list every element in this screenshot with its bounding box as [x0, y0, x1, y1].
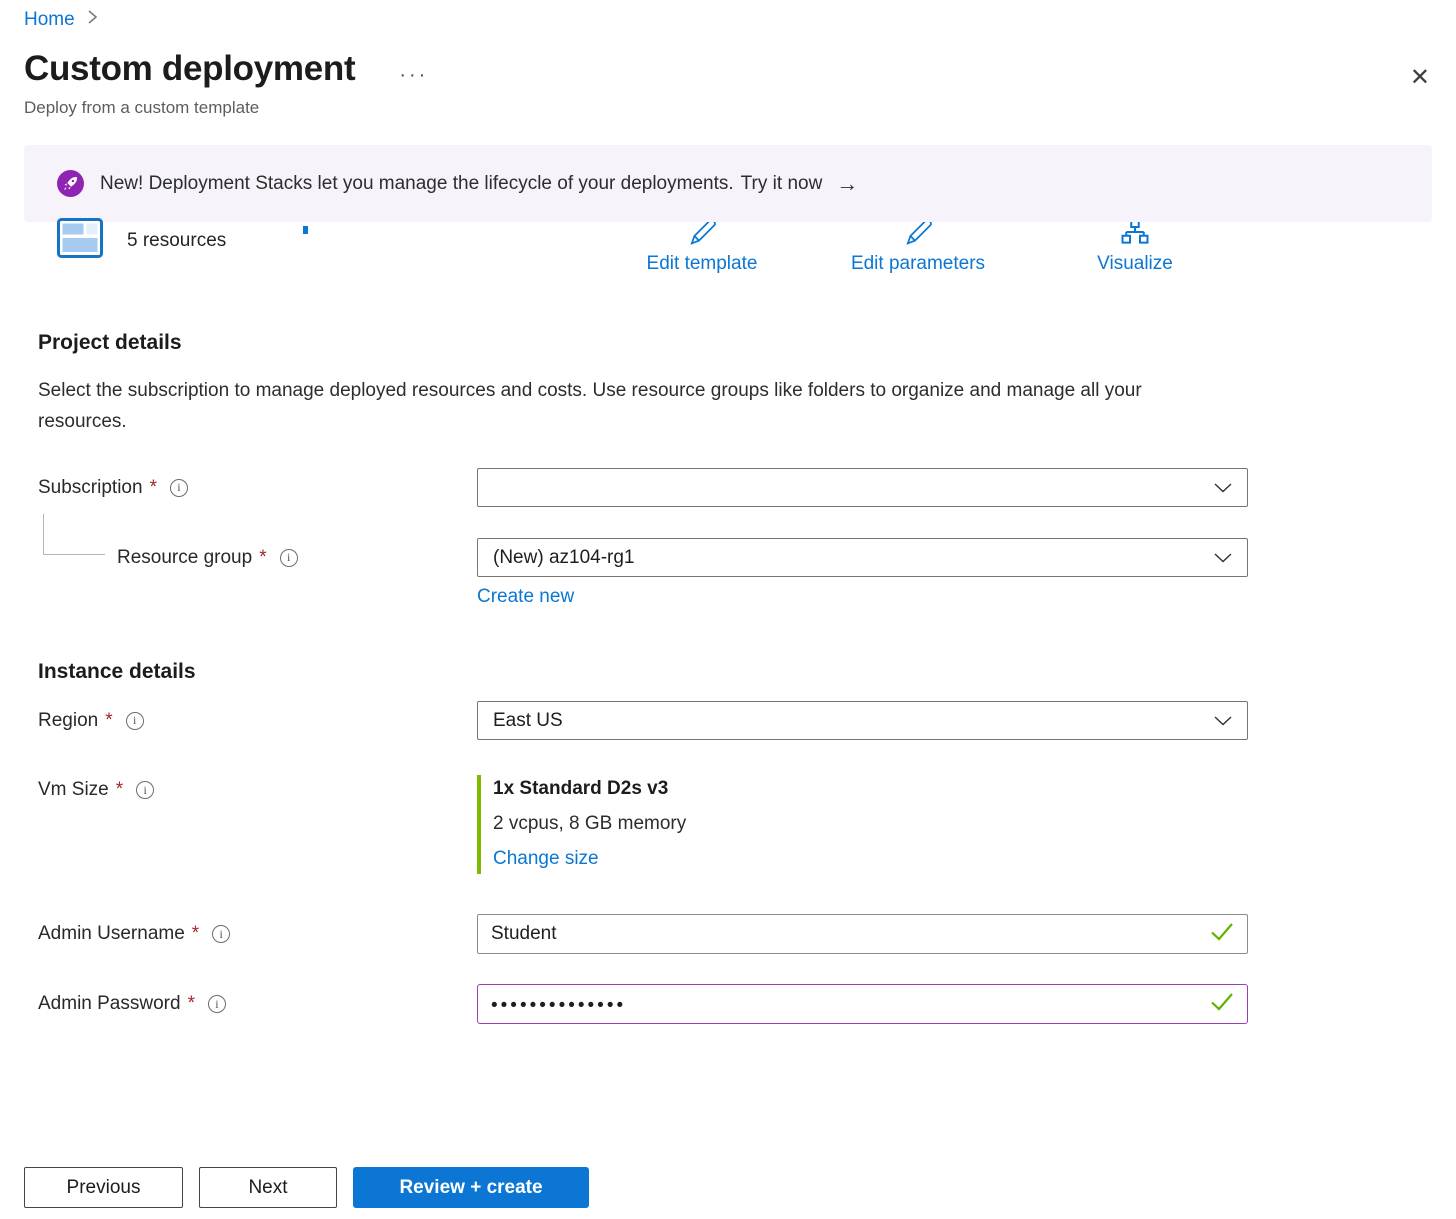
rocket-icon [57, 170, 84, 197]
resource-group-dropdown[interactable]: (New) az104-rg1 [477, 538, 1248, 577]
required-asterisk: * [105, 710, 112, 732]
template-summary: 5 resources [57, 218, 226, 263]
info-icon[interactable] [170, 479, 188, 497]
breadcrumb: Home [24, 0, 1432, 31]
banner-message: New! Deployment Stacks let you manage th… [100, 173, 734, 195]
required-asterisk: * [150, 477, 157, 499]
visualize-button[interactable]: Visualize [1045, 222, 1225, 275]
resource-group-label: Resource group [117, 547, 252, 569]
admin-password-input[interactable]: •••••••••••••• [477, 984, 1248, 1024]
admin-username-value: Student [491, 923, 557, 945]
try-it-now-link[interactable]: Try it now [741, 173, 823, 195]
page-header: Custom deployment ··· [24, 49, 1432, 89]
chevron-down-icon [1214, 710, 1232, 732]
project-details-heading: Project details [38, 331, 1432, 355]
page-subtitle: Deploy from a custom template [24, 98, 1432, 118]
deployment-stacks-banner: New! Deployment Stacks let you manage th… [24, 145, 1432, 222]
page-title: Custom deployment [24, 49, 355, 89]
vm-size-row: Vm Size * 1x Standard D2s v3 2 vcpus, 8 … [24, 775, 1432, 874]
region-row: Region * East US [24, 701, 1432, 740]
admin-username-input[interactable]: Student [477, 914, 1248, 954]
chevron-down-icon [1214, 477, 1232, 499]
subscription-dropdown[interactable] [477, 468, 1248, 507]
edit-template-button[interactable]: Edit template [612, 222, 792, 275]
footer-actions: Previous Next Review + create [24, 1167, 589, 1208]
region-label: Region [38, 710, 98, 732]
required-asterisk: * [188, 993, 195, 1015]
info-icon[interactable] [208, 995, 226, 1013]
pencil-icon [828, 222, 1008, 250]
vm-size-selection: 1x Standard D2s v3 [493, 778, 1248, 800]
info-icon[interactable] [136, 781, 154, 799]
region-value: East US [493, 710, 563, 732]
resource-group-row: Resource group * (New) az104-rg1 [24, 538, 1432, 577]
subscription-row: Subscription * [24, 468, 1432, 507]
breadcrumb-home-link[interactable]: Home [24, 9, 75, 31]
vm-size-label-group: Vm Size * [24, 775, 477, 801]
next-button[interactable]: Next [199, 1167, 337, 1208]
admin-password-row: Admin Password * •••••••••••••• [24, 984, 1432, 1024]
chevron-down-icon [1214, 547, 1232, 569]
admin-username-label: Admin Username [38, 923, 185, 945]
template-icon [57, 218, 103, 263]
admin-username-label-group: Admin Username * [24, 923, 477, 945]
check-icon [1210, 922, 1234, 947]
connector-line [43, 514, 105, 555]
info-icon[interactable] [212, 925, 230, 943]
vm-size-selection-block: 1x Standard D2s v3 2 vcpus, 8 GB memory … [477, 775, 1248, 874]
subscription-label-group: Subscription * [24, 477, 477, 499]
vm-size-label: Vm Size [38, 779, 109, 801]
admin-username-row: Admin Username * Student [24, 914, 1432, 954]
chevron-right-icon [87, 9, 98, 31]
region-label-group: Region * [24, 710, 477, 732]
previous-button[interactable]: Previous [24, 1167, 183, 1208]
edit-template-label: Edit template [612, 253, 792, 275]
info-icon[interactable] [126, 712, 144, 730]
instance-details-heading: Instance details [38, 660, 1432, 684]
admin-password-label-group: Admin Password * [24, 993, 477, 1015]
create-new-link[interactable]: Create new [477, 586, 574, 608]
required-asterisk: * [192, 923, 199, 945]
visualize-label: Visualize [1045, 253, 1225, 275]
check-icon [1210, 992, 1234, 1017]
admin-password-label: Admin Password [38, 993, 181, 1015]
required-asterisk: * [116, 779, 123, 801]
review-create-button[interactable]: Review + create [353, 1167, 589, 1208]
project-details-description: Select the subscription to manage deploy… [38, 375, 1188, 437]
resources-count: 5 resources [127, 230, 226, 252]
edit-parameters-label: Edit parameters [828, 253, 1008, 275]
edit-parameters-button[interactable]: Edit parameters [828, 222, 1008, 275]
project-details-form: Subscription * Resource group * [24, 468, 1432, 608]
arrow-right-icon[interactable]: → [836, 171, 858, 197]
pencil-icon [612, 222, 792, 250]
subscription-label: Subscription [38, 477, 143, 499]
resource-group-value: (New) az104-rg1 [493, 547, 635, 569]
close-icon[interactable]: ✕ [1404, 62, 1436, 93]
vm-size-specs: 2 vcpus, 8 GB memory [493, 813, 1248, 835]
region-dropdown[interactable]: East US [477, 701, 1248, 740]
admin-password-value: •••••••••••••• [491, 995, 626, 1017]
more-menu-icon[interactable]: ··· [399, 70, 428, 80]
template-summary-bar: 5 resources Edit template Edit parameter… [24, 222, 1432, 295]
change-size-link[interactable]: Change size [493, 848, 599, 870]
required-asterisk: * [259, 547, 266, 569]
info-icon[interactable] [280, 549, 298, 567]
org-chart-icon [1045, 222, 1225, 250]
